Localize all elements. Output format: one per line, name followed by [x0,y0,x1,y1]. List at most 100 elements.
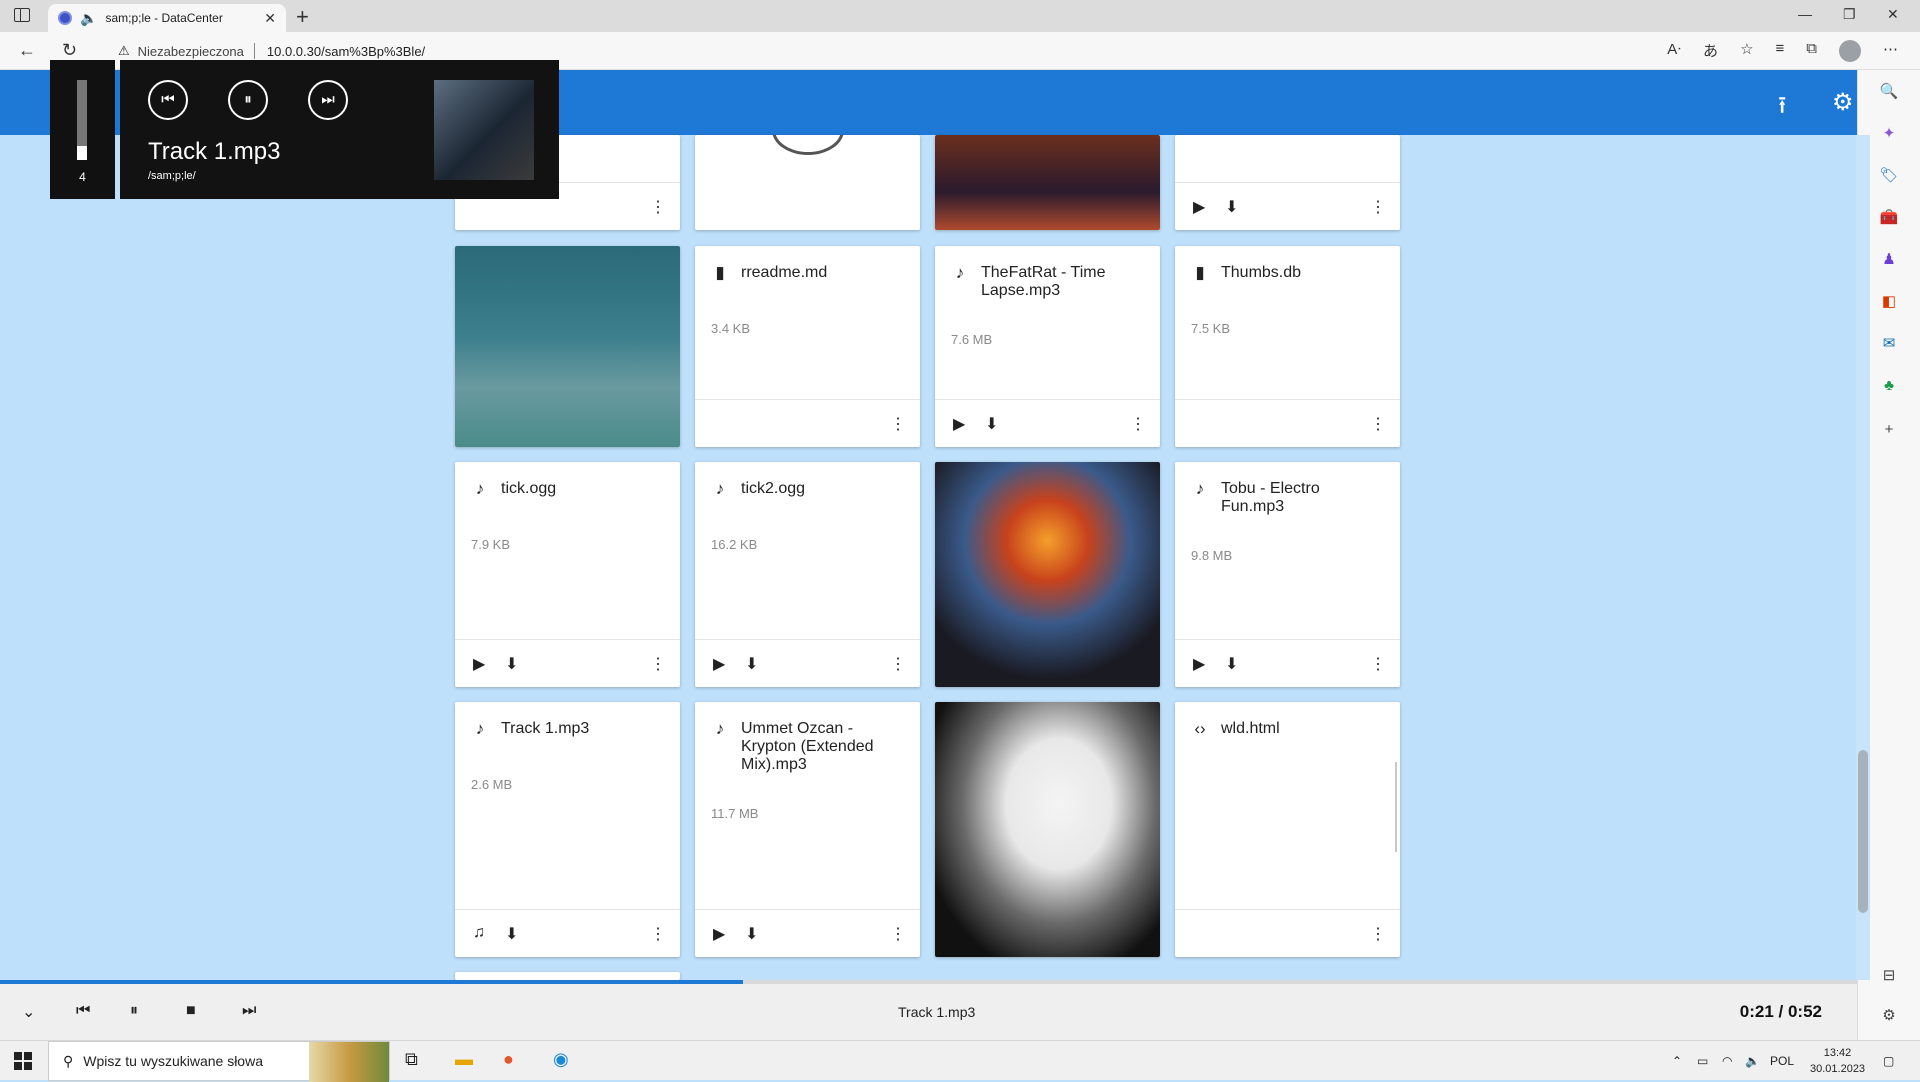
play-icon[interactable]: ▶ [473,654,485,674]
play-icon[interactable]: ▶ [1193,197,1205,217]
page-scrollbar-thumb[interactable] [1858,750,1868,913]
search-icon[interactable]: 🔍 [1879,82,1899,102]
start-button-icon[interactable] [14,1052,32,1070]
search-icon: ⚲ [63,1052,74,1069]
translate-icon[interactable]: あ [1703,40,1718,62]
play-icon[interactable]: ▶ [1193,654,1205,674]
card-footer: ▶ ⬇ ⋮ [935,399,1160,447]
minimize-icon[interactable]: — [1798,6,1812,22]
play-icon[interactable]: ▶ [713,924,725,944]
file-card[interactable]: ▶ ⬇ ⋮ [1175,135,1400,230]
office-icon[interactable]: ◧ [1879,292,1899,312]
profile-avatar[interactable] [1839,40,1861,62]
play-icon[interactable]: ▶ [713,654,725,674]
refresh-icon[interactable]: ↻ [62,40,77,61]
taskbar-clock[interactable]: 13:42 30.01.2023 [1810,1045,1865,1077]
file-size: 16.2 KB [711,537,758,552]
meet-now-icon[interactable]: ▭ [1697,1054,1708,1068]
more-options-icon[interactable]: ⋮ [650,197,666,217]
file-explorer-icon[interactable]: ▬ [455,1049,473,1070]
more-options-icon[interactable]: ⋮ [1370,654,1386,674]
download-icon[interactable]: ⬇ [505,924,518,944]
play-icon[interactable]: ▶ [953,414,965,434]
add-favorite-icon[interactable]: ☆ [1740,40,1753,62]
file-card[interactable]: ‹› wld.html ⋮ [1175,702,1400,957]
download-icon[interactable]: ⬇ [1225,197,1238,217]
file-card[interactable]: ♪ TheFatRat - Time Lapse.mp3 7.6 MB ▶ ⬇ ⋮ [935,246,1160,447]
new-tab-button[interactable]: + [296,4,309,30]
task-view-icon[interactable]: ⧉ [405,1049,418,1070]
shopping-tag-icon[interactable]: 🏷 [1879,166,1899,186]
sidebar-toggle-icon[interactable]: ⊟ [1879,966,1899,986]
more-options-icon[interactable]: ⋮ [1370,197,1386,217]
download-icon[interactable]: ⬇ [745,924,758,944]
stop-icon[interactable]: ■ [186,1002,196,1020]
pause-icon[interactable]: ⏸ [130,1002,138,1020]
more-options-icon[interactable]: ⋮ [1130,414,1146,434]
now-playing-note-icon[interactable]: ♫ [473,924,485,942]
upload-icon[interactable]: ⭱ [1778,88,1786,129]
download-icon[interactable]: ⬇ [985,414,998,434]
file-card[interactable] [455,972,680,980]
tab-close-icon[interactable]: ✕ [264,10,276,27]
file-name: rreadme.md [741,264,828,281]
code-icon: ‹› [1194,719,1206,738]
file-card[interactable] [935,462,1160,687]
file-card[interactable]: ♪ tick2.ogg 16.2 KB ▶ ⬇ ⋮ [695,462,920,687]
file-card[interactable]: ♪ Track 1.mp3 2.6 MB ♫ ⬇ ⋮ [455,702,680,957]
notifications-icon[interactable]: ▢ [1883,1054,1894,1068]
file-card[interactable] [935,702,1160,957]
file-card[interactable] [935,135,1160,230]
wifi-icon[interactable]: ◠ [1722,1054,1732,1068]
file-size: 9.8 MB [1191,548,1233,563]
sidebar-settings-icon[interactable]: ⚙ [1879,1006,1899,1026]
file-card[interactable]: ♪ Ummet Ozcan - Krypton (Extended Mix).mp… [695,702,920,957]
previous-track-icon[interactable]: ⏮ [148,80,188,120]
speaker-icon[interactable]: 🔈 [80,10,97,27]
previous-track-icon[interactable]: ⏮ [76,1002,90,1020]
file-card[interactable]: ▮ Thumbs.db 7.5 KB ⋮ [1175,246,1400,447]
collections-icon[interactable]: ⧉ [1806,40,1817,62]
favorites-icon[interactable]: ≡ [1776,40,1785,62]
outlook-icon[interactable]: ✉ [1879,334,1899,354]
file-card[interactable] [455,246,680,447]
settings-gear-icon[interactable]: ⚙ [1832,88,1854,117]
file-card[interactable] [695,135,920,230]
next-track-icon[interactable]: ⏭ [308,80,348,120]
tray-chevron-icon[interactable]: ⌃ [1672,1054,1682,1068]
file-card[interactable]: ♪ tick.ogg 7.9 KB ▶ ⬇ ⋮ [455,462,680,687]
restore-icon[interactable]: ❐ [1843,6,1856,23]
tree-icon[interactable]: ♣ [1879,376,1899,396]
more-icon[interactable]: ⋯ [1883,40,1898,62]
edge-icon[interactable]: ◉ [553,1049,569,1070]
file-card[interactable]: ♪ Tobu - Electro Fun.mp3 9.8 MB ▶ ⬇ ⋮ [1175,462,1400,687]
pause-icon[interactable]: ⏸ [228,80,268,120]
download-icon[interactable]: ⬇ [1225,654,1238,674]
more-options-icon[interactable]: ⋮ [650,924,666,944]
more-options-icon[interactable]: ⋮ [650,654,666,674]
add-icon[interactable]: + [1879,420,1899,440]
back-icon[interactable]: ← [18,40,36,61]
taskbar-search-box[interactable]: ⚲ Wpisz tu wyszukiwane słowa [48,1041,390,1082]
tools-icon[interactable]: 🧰 [1879,208,1899,228]
copilot-icon[interactable]: ✦ [1879,124,1899,144]
iframe-scrollbar[interactable] [1395,762,1397,852]
language-indicator[interactable]: POL [1770,1054,1794,1068]
games-icon[interactable]: ♟ [1879,250,1899,270]
download-icon[interactable]: ⬇ [745,654,758,674]
more-options-icon[interactable]: ⋮ [890,654,906,674]
volume-tray-icon[interactable]: 🔈 [1745,1054,1760,1068]
tab-actions-icon[interactable] [14,8,30,22]
more-options-icon[interactable]: ⋮ [890,414,906,434]
more-options-icon[interactable]: ⋮ [1370,414,1386,434]
next-track-icon[interactable]: ⏭ [242,1002,256,1020]
browser-tab[interactable]: 🔈 sam;p;le - DataCenter ✕ [48,4,286,32]
file-card[interactable]: ▮ rreadme.md 3.4 KB ⋮ [695,246,920,447]
window-close-icon[interactable]: ✕ [1887,6,1899,23]
firefox-icon[interactable]: ● [503,1049,514,1070]
more-options-icon[interactable]: ⋮ [1370,924,1386,944]
read-aloud-icon[interactable]: Aᐧ [1667,40,1681,62]
more-options-icon[interactable]: ⋮ [890,924,906,944]
download-icon[interactable]: ⬇ [505,654,518,674]
collapse-chevron-icon[interactable]: ⌄ [22,1002,35,1022]
